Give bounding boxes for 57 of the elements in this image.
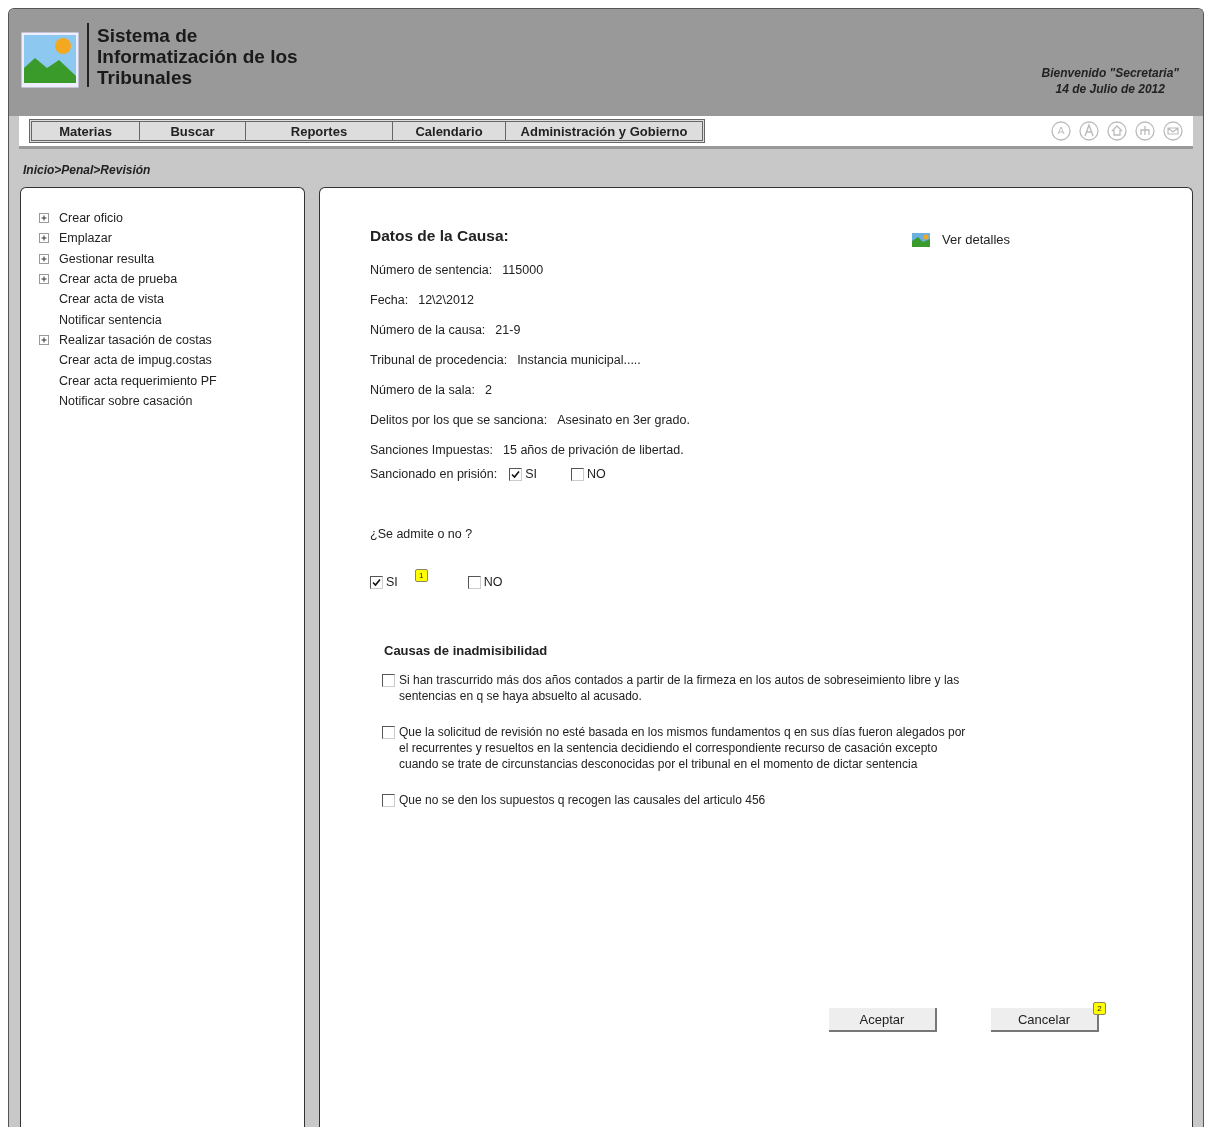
landscape-logo-icon (21, 32, 79, 88)
field-value: Instancia municipal..... (517, 353, 641, 367)
field-label: Sanciones Impuestas: (370, 443, 493, 457)
field-label: Número de la causa: (370, 323, 486, 337)
expand-icon[interactable] (39, 253, 49, 264)
section-title: Datos de la Causa: (370, 226, 509, 245)
date-text: 14 de Julio de 2012 (1054, 81, 1166, 97)
cause-text: Si han trascurrido más dos años contados a partir de la firmeza en los autos de sobreseimiento libre y las sentencias en q se haya absuelto al acusado. (399, 672, 961, 704)
sidebar-item[interactable]: Emplazar (59, 231, 112, 246)
action-button[interactable]: Aceptar (829, 1008, 937, 1032)
checkbox[interactable] (571, 467, 584, 481)
field-label: Delitos por los que se sanciona: (370, 413, 548, 427)
app-title: Sistema de Informatización de los Tribunales (97, 25, 298, 88)
field-value: Asesinato en 3er grado. (557, 413, 690, 427)
breadcrumb: Inicio>Penal>Revisión (22, 162, 152, 179)
question-text: ¿Se admite o no ? (370, 527, 474, 541)
option-label: SI (386, 575, 398, 589)
picture-icon (912, 232, 931, 247)
sidebar-item[interactable]: Crear acta requerimiento PF (59, 373, 217, 388)
sidebar-item[interactable]: Crear acta de vista (59, 292, 164, 307)
subsection-title: Causas de inadmisibilidad (384, 643, 549, 658)
option-label: NO (587, 467, 606, 481)
sidebar-item[interactable]: Realizar tasación de costas (59, 332, 212, 347)
welcome-text: Bienvenido "Secretaria" (1041, 65, 1179, 81)
field-value: 21-9 (495, 323, 521, 337)
checkbox[interactable] (382, 674, 395, 687)
details-link[interactable]: Ver detalles (912, 232, 1010, 247)
sidebar-item[interactable]: Gestionar resulta (59, 251, 155, 266)
field-label: Número de sentencia: (370, 263, 493, 277)
expand-icon[interactable] (39, 213, 49, 224)
checkbox[interactable] (467, 575, 481, 589)
field-label: Sancionado en prisión: (370, 467, 498, 481)
field-value: 115000 (502, 263, 544, 277)
option-label: NO (483, 575, 503, 589)
expand-icon[interactable] (39, 233, 49, 244)
field-value: 15 años de privación de libertad. (503, 443, 684, 457)
field-value: 12\2\2012 (418, 293, 474, 307)
field-value: 2 (484, 383, 492, 397)
sidebar-item[interactable]: Notificar sobre casación (59, 393, 193, 408)
sidebar-item[interactable]: Crear oficio (59, 211, 123, 226)
note-marker: 2 (1093, 1002, 1106, 1015)
note-marker: 1 (414, 568, 428, 582)
expand-icon[interactable] (39, 274, 49, 285)
checkbox[interactable] (509, 467, 523, 481)
field-label: Fecha: (370, 293, 409, 307)
option-label: SI (525, 467, 537, 481)
expand-icon[interactable] (39, 334, 49, 345)
checkbox[interactable] (370, 575, 383, 589)
field-label: Tribunal de procedencia: (370, 353, 508, 367)
sidebar-item[interactable]: Notificar sentencia (59, 312, 162, 327)
sidebar-item[interactable]: Crear acta de prueba (59, 272, 178, 287)
field-label: Número de la sala: (370, 383, 475, 397)
sidebar-item[interactable]: Crear acta de impug.costas (59, 353, 212, 368)
cause-text: Que la solicitud de revisión no esté basada en los mismos fundamentos q en sus días fueron alegados por el recurrentes y resueltos en la sentencia decidiendo el correspondiente recurso de casación excepto cuando se trate de circunstancias desconocidas por el tribunal en el momento de dictar sentencia (399, 724, 967, 772)
checkbox[interactable] (382, 794, 395, 807)
checkbox[interactable] (382, 726, 395, 739)
cause-text: Que no se den los supuestos q recogen las causales del articulo 456 (399, 792, 766, 808)
